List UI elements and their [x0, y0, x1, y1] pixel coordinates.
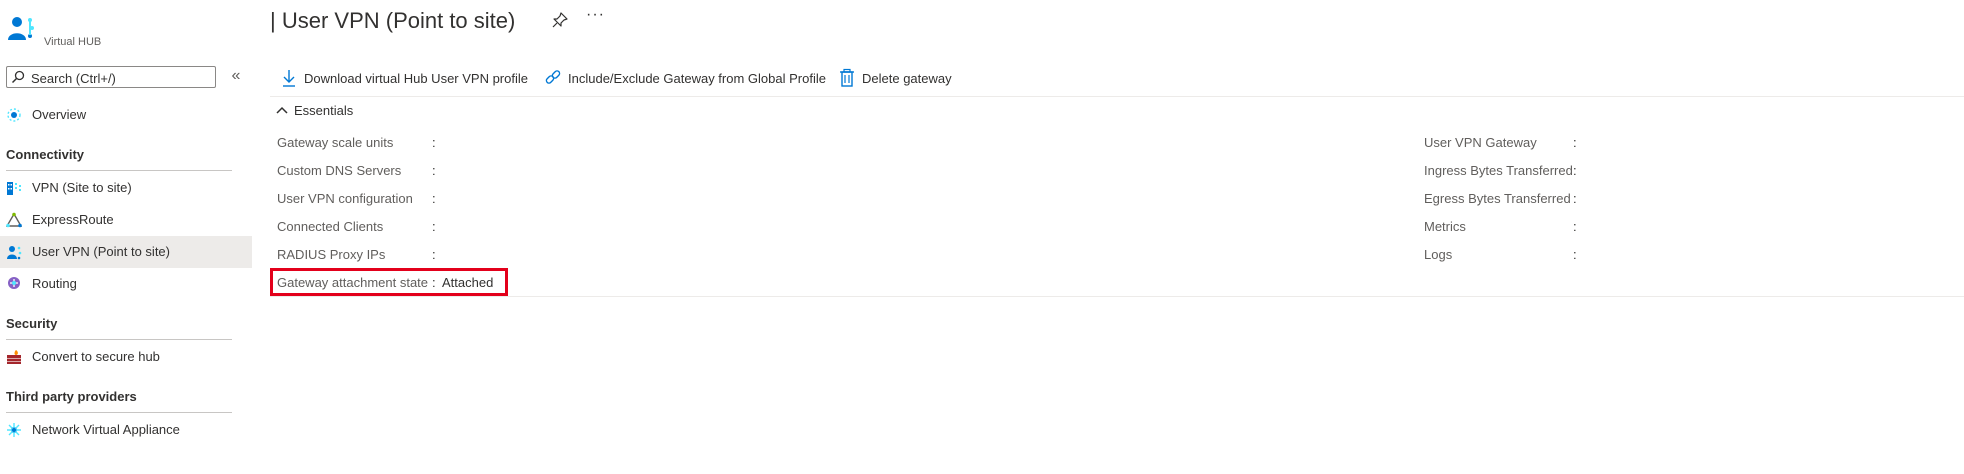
property-colon: :: [1573, 191, 1577, 206]
firewall-icon: [6, 349, 22, 365]
property-label: Metrics: [1424, 219, 1466, 234]
page-title: | User VPN (Point to site): [270, 8, 516, 33]
section-divider: [6, 339, 232, 340]
resource-menu: Virtual HUB Search (Ctrl+/) « Overview C…: [0, 0, 252, 474]
section-divider: [6, 170, 232, 171]
property-user-vpn-gateway: User VPN Gateway :: [1424, 135, 1724, 153]
attachment-state-highlight: [270, 268, 508, 296]
search-input[interactable]: Search (Ctrl+/): [6, 66, 216, 88]
nav-item-convert-to-secure-hub[interactable]: Convert to secure hub: [0, 341, 252, 373]
property-egress-bytes: Egress Bytes Transferred :: [1424, 191, 1724, 209]
property-logs: Logs :: [1424, 247, 1724, 265]
delete-gateway-button[interactable]: Delete gateway: [838, 68, 968, 90]
trash-icon: [838, 68, 856, 93]
property-colon: :: [432, 247, 436, 262]
property-colon: :: [1573, 135, 1577, 150]
nav-label: Overview: [32, 107, 87, 122]
user-vpn-icon: [6, 244, 22, 260]
command-label: Include/Exclude Gateway from Global Prof…: [568, 71, 826, 86]
command-bar-divider: [270, 96, 1964, 97]
resource-type-label: Virtual HUB: [44, 36, 102, 48]
section-heading-connectivity: Connectivity: [6, 147, 85, 162]
property-colon: :: [432, 135, 436, 150]
property-metrics: Metrics :: [1424, 219, 1724, 237]
download-profile-button[interactable]: Download virtual Hub User VPN profile: [280, 68, 540, 90]
property-colon: :: [1573, 163, 1577, 178]
property-connected-clients: Connected Clients :: [277, 219, 877, 237]
nav-item-overview[interactable]: Overview: [0, 99, 252, 131]
section-divider: [6, 412, 232, 413]
property-label: Connected Clients: [277, 219, 384, 234]
routing-icon: [6, 276, 22, 292]
resource-header: Virtual HUB: [6, 14, 246, 52]
vpn-site-icon: [6, 180, 22, 196]
property-label: Gateway scale units: [277, 135, 394, 150]
nav-label: Convert to secure hub: [32, 349, 160, 364]
property-colon: :: [1573, 247, 1577, 262]
include-exclude-gateway-button[interactable]: Include/Exclude Gateway from Global Prof…: [544, 68, 834, 90]
chevron-up-icon: [276, 104, 288, 122]
property-ingress-bytes: Ingress Bytes Transferred :: [1424, 163, 1724, 181]
property-label: Egress Bytes Transferred: [1424, 191, 1571, 206]
property-label: Custom DNS Servers: [277, 163, 402, 178]
link-icon: [544, 68, 562, 93]
property-label: Logs: [1424, 247, 1453, 262]
command-label: Delete gateway: [862, 71, 952, 86]
command-label: Download virtual Hub User VPN profile: [304, 71, 528, 86]
expressroute-icon: [5, 212, 23, 228]
nav-label: VPN (Site to site): [32, 180, 132, 195]
nav-item-network-virtual-appliance[interactable]: Network Virtual Appliance: [0, 414, 252, 446]
essentials-divider: [270, 296, 1964, 297]
more-actions-icon[interactable]: ···: [586, 6, 605, 24]
pin-icon[interactable]: [552, 12, 568, 33]
section-heading-third-party: Third party providers: [6, 389, 137, 404]
nav-item-user-vpn[interactable]: User VPN (Point to site): [0, 236, 252, 268]
nav-label: Routing: [32, 276, 77, 291]
property-colon: :: [432, 191, 436, 206]
nav-item-routing[interactable]: Routing: [0, 268, 252, 300]
network-appliance-icon: [6, 422, 22, 438]
property-colon: :: [1573, 219, 1577, 234]
search-placeholder: Search (Ctrl+/): [31, 71, 116, 86]
collapse-menu-button[interactable]: «: [228, 66, 244, 88]
section-heading-security: Security: [6, 316, 58, 331]
essentials-label: Essentials: [294, 103, 354, 118]
property-colon: :: [432, 163, 436, 178]
property-label: User VPN Gateway: [1424, 135, 1537, 150]
virtual-hub-icon: [6, 14, 38, 51]
nav-label: Network Virtual Appliance: [32, 422, 180, 437]
nav-label: ExpressRoute: [32, 212, 114, 227]
search-icon: [11, 70, 25, 89]
property-custom-dns-servers: Custom DNS Servers :: [277, 163, 877, 181]
property-radius-proxy-ips: RADIUS Proxy IPs :: [277, 247, 877, 265]
property-label: RADIUS Proxy IPs: [277, 247, 386, 262]
property-gateway-scale-units: Gateway scale units :: [277, 135, 877, 153]
property-colon: :: [432, 219, 436, 234]
nav-item-vpn-site-to-site[interactable]: VPN (Site to site): [0, 172, 252, 204]
download-icon: [280, 68, 298, 93]
overview-icon: [6, 107, 22, 123]
property-label: Ingress Bytes Transferred: [1424, 163, 1573, 178]
nav-item-expressroute[interactable]: ExpressRoute: [0, 204, 252, 236]
property-label: User VPN configuration: [277, 191, 413, 206]
property-user-vpn-configuration: User VPN configuration :: [277, 191, 877, 209]
nav-label: User VPN (Point to site): [32, 244, 170, 259]
